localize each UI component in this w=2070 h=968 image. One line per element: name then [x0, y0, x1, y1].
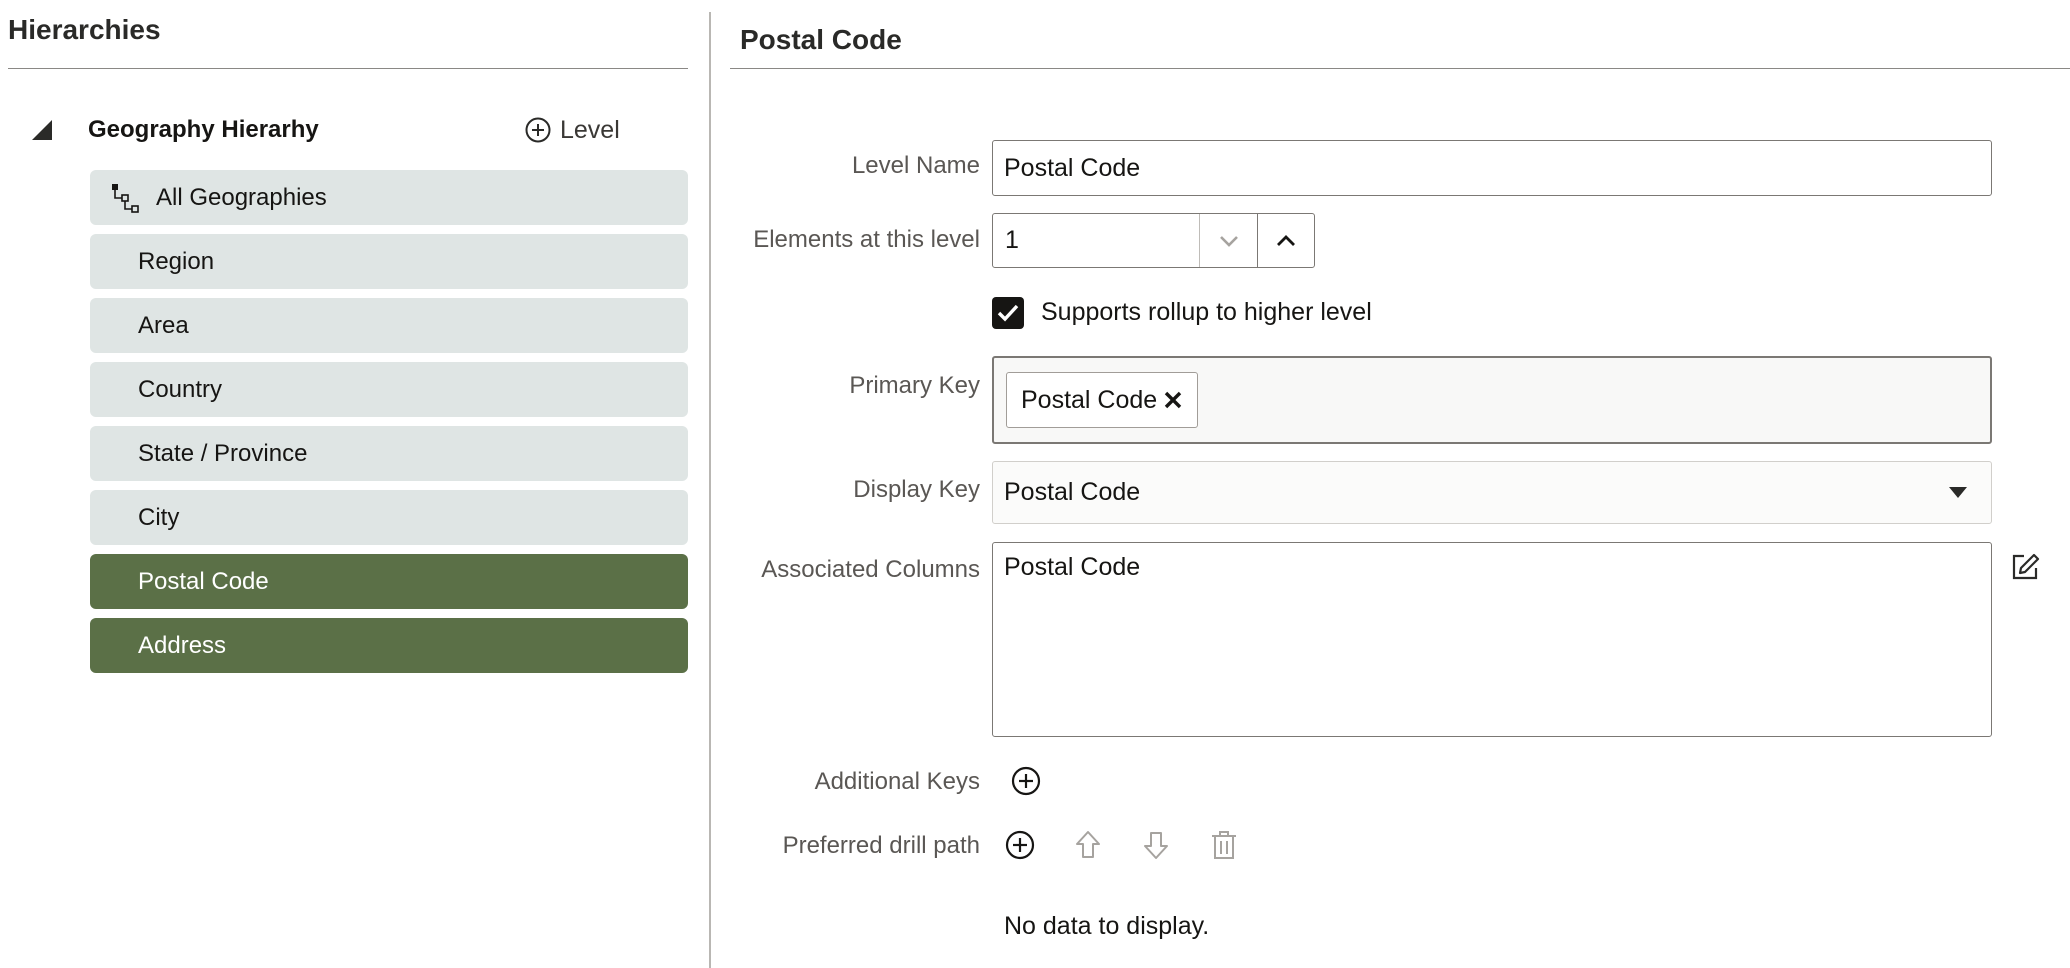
display-key-value: Postal Code: [1004, 478, 1141, 506]
primary-key-field[interactable]: Postal Code: [992, 356, 1992, 444]
elements-label: Elements at this level: [753, 226, 980, 253]
collapse-triangle-icon[interactable]: [30, 118, 54, 142]
level-item-postal-code[interactable]: Postal Code: [90, 554, 688, 609]
level-label: Postal Code: [138, 567, 269, 595]
chevron-down-icon: [1219, 235, 1238, 247]
level-name-input[interactable]: Postal Code: [992, 140, 1992, 196]
add-key-plus-circle-icon[interactable]: [1010, 765, 1042, 797]
arrow-down-icon[interactable]: [1140, 829, 1172, 861]
elements-stepper: 1: [992, 213, 1315, 268]
level-item-state-province[interactable]: State / Province: [90, 426, 688, 481]
drill-path-empty-message: No data to display.: [1004, 912, 1210, 940]
level-item-country[interactable]: Country: [90, 362, 688, 417]
level-name-value: Postal Code: [1004, 153, 1141, 182]
check-icon: [997, 304, 1019, 322]
hierarchies-title-divider: [8, 68, 688, 69]
level-label: Country: [138, 375, 223, 403]
rollup-checkbox-label: Supports rollup to higher level: [1041, 298, 1372, 326]
level-label: Area: [138, 311, 189, 339]
chevron-up-icon: [1277, 234, 1295, 246]
decrement-button[interactable]: [1200, 214, 1257, 267]
level-item-city[interactable]: City: [90, 490, 688, 545]
increment-button[interactable]: [1257, 214, 1314, 267]
primary-key-label: Primary Key: [849, 372, 980, 399]
associated-columns-label: Associated Columns: [761, 556, 980, 583]
display-key-select[interactable]: Postal Code: [992, 461, 1992, 524]
associated-columns-value: Postal Code: [1004, 553, 1141, 581]
chip-label: Postal Code: [1021, 385, 1158, 414]
level-label: State / Province: [138, 439, 308, 467]
hierarchies-title: Hierarchies: [8, 14, 161, 45]
close-icon[interactable]: [1161, 388, 1185, 412]
add-level-button[interactable]: Level: [524, 112, 620, 148]
caret-down-icon: [1949, 487, 1967, 498]
level-label: All Geographies: [156, 183, 327, 211]
rollup-checkbox[interactable]: [992, 297, 1024, 329]
hierarchy-icon: [112, 183, 139, 213]
level-item-area[interactable]: Area: [90, 298, 688, 353]
elements-input[interactable]: 1: [993, 214, 1200, 267]
add-drill-path-plus-circle-icon[interactable]: [1004, 829, 1036, 861]
level-label: Address: [138, 631, 227, 659]
hierarchies-panel: Hierarchies Geography Hierarhy Level All…: [0, 0, 710, 968]
associated-columns-field[interactable]: Postal Code: [992, 542, 1992, 737]
level-name-label: Level Name: [851, 152, 980, 179]
level-item-all-geographies[interactable]: All Geographies: [90, 170, 688, 225]
level-detail-title-divider: [730, 68, 2070, 69]
level-item-region[interactable]: Region: [90, 234, 688, 289]
level-label: Region: [138, 247, 215, 275]
level-label: City: [138, 503, 180, 531]
level-list: All Geographies Region Area Country Stat…: [90, 170, 688, 682]
primary-key-chip: Postal Code: [1006, 372, 1199, 428]
level-detail-title: Postal Code: [740, 24, 902, 55]
level-item-address[interactable]: Address: [90, 618, 688, 673]
hierarchy-name: Geography Hierarhy: [88, 116, 319, 143]
add-level-label: Level: [560, 115, 620, 144]
additional-keys-label: Additional Keys: [814, 768, 980, 795]
panel-divider: [709, 12, 711, 968]
elements-value: 1: [1005, 226, 1019, 254]
display-key-label: Display Key: [853, 476, 980, 503]
arrow-up-icon[interactable]: [1072, 829, 1104, 861]
drill-path-label: Preferred drill path: [782, 832, 980, 859]
trash-icon[interactable]: [1208, 829, 1240, 861]
edit-icon[interactable]: [2010, 552, 2040, 582]
plus-circle-icon: [525, 117, 551, 143]
